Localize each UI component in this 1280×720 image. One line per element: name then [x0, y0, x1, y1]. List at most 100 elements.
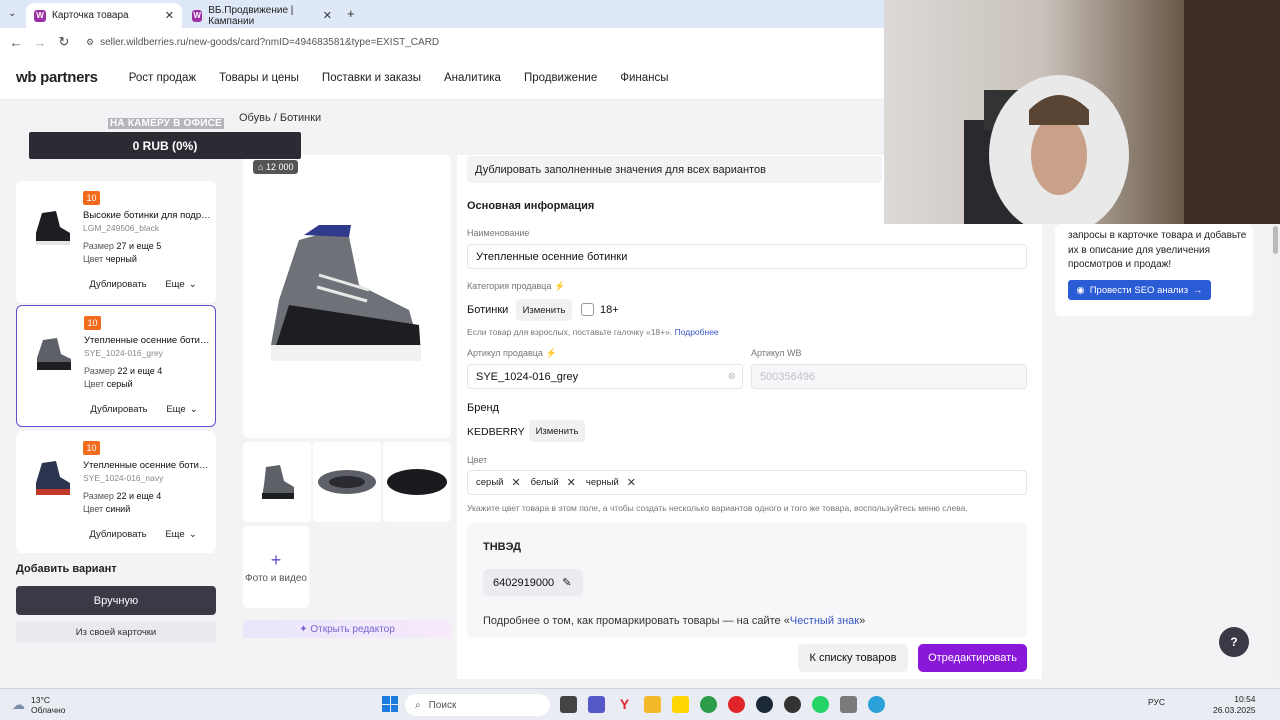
tnved-title: ТНВЭД	[483, 541, 521, 553]
clear-icon[interactable]: ⊗	[728, 371, 736, 382]
nav-goods[interactable]: Товары и цены	[219, 72, 299, 84]
folder-icon[interactable]	[644, 696, 661, 713]
remove-chip-icon[interactable]: ✕	[627, 476, 636, 489]
main-product-image[interactable]	[259, 215, 434, 375]
pencil-icon[interactable]: ✎	[562, 576, 571, 589]
weather-widget[interactable]: ☁ 13°C Облачно	[12, 695, 65, 715]
nav-growth[interactable]: Рост продаж	[129, 72, 196, 84]
search-icon: ⌕	[415, 699, 421, 711]
forward-icon[interactable]: →	[28, 35, 52, 50]
whatsapp-icon[interactable]	[812, 696, 829, 713]
wb-partners-logo[interactable]: wb partners	[16, 69, 98, 86]
taskbar-search[interactable]: ⌕ Поиск	[405, 694, 550, 716]
variant-card-selected[interactable]: 10 Утепленные осенние ботинки SYE_1024-0…	[16, 305, 216, 427]
scrollbar-thumb[interactable]	[1273, 226, 1278, 254]
site-info-icon[interactable]: ⚙	[86, 37, 94, 48]
add-photo-button[interactable]: + Фото и видео	[243, 526, 309, 608]
add-from-card-button[interactable]: Из своей карточки	[16, 621, 216, 643]
color-chips-input[interactable]: серый ✕ белый ✕ черный ✕	[467, 470, 1027, 495]
nav-finance[interactable]: Финансы	[620, 72, 668, 84]
tnved-code[interactable]: 6402919000 ✎	[483, 569, 584, 596]
teams-icon[interactable]	[588, 696, 605, 713]
tab-product-card[interactable]: W Карточка товара ✕	[26, 3, 182, 28]
windows-start-icon[interactable]	[382, 696, 398, 712]
clock[interactable]: 10:54 26.03.2025	[1213, 694, 1256, 716]
app-icon[interactable]	[672, 696, 689, 713]
variant-sku: SYE_1024-016_navy	[83, 473, 164, 483]
tab-list-chevron-icon[interactable]: ⌄	[8, 8, 16, 19]
help-button[interactable]: ?	[1219, 627, 1249, 657]
open-editor-button[interactable]: ✦ Открыть редактор	[243, 620, 451, 638]
breadcrumb[interactable]: Обувь / Ботинки	[239, 112, 321, 124]
app-icon[interactable]	[560, 696, 577, 713]
vertical-scrollbar[interactable]	[1271, 224, 1280, 679]
browser-tabbar: ⌄ W Карточка товара ✕ W ВБ.Продвижение |…	[0, 0, 884, 28]
wb-favicon-icon: W	[34, 9, 46, 22]
more-menu-button[interactable]: Еще ⌄	[158, 273, 204, 295]
yandex-icon[interactable]: Y	[616, 696, 633, 713]
remove-chip-icon[interactable]: ✕	[511, 476, 520, 489]
edit-button[interactable]: Отредактировать	[918, 644, 1027, 672]
webcam-overlay	[884, 0, 1280, 224]
back-to-list-button[interactable]: К списку товаров	[798, 644, 908, 672]
seo-analysis-button[interactable]: ◉ Провести SEO анализ →	[1068, 280, 1211, 300]
steam-icon[interactable]	[756, 696, 773, 713]
tab-campaigns[interactable]: W ВБ.Продвижение | Кампании ✕	[184, 3, 340, 28]
chevron-down-icon: ⌄	[188, 278, 197, 290]
variant-card[interactable]: 10 Утепленные осенние ботинки SYE_1024-0…	[16, 431, 216, 553]
url-field[interactable]: ⚙ seller.wildberries.ru/new-goods/card?n…	[86, 37, 439, 48]
more-menu-button[interactable]: Еще ⌄	[158, 523, 204, 545]
add-manual-button[interactable]: Вручную	[16, 586, 216, 615]
windows-taskbar: ☁ 13°C Облачно ⌕ Поиск Y РУС 10:54 26.03.20…	[0, 688, 1280, 720]
nav-analytics[interactable]: Аналитика	[444, 72, 501, 84]
price-tag: ⌂ 12 000	[253, 160, 299, 174]
variants-sidebar: НА КАМЕРУ В ОФИСЕ 10 Высокие ботинки для…	[0, 101, 227, 679]
promo-badge: 10	[84, 316, 101, 330]
wb-sku-label: Артикул WB	[751, 348, 802, 358]
new-tab-icon[interactable]: +	[347, 6, 355, 21]
brand-label: Бренд	[467, 402, 499, 414]
close-icon[interactable]: ✕	[323, 9, 332, 22]
product-thumbnail	[318, 470, 376, 494]
duplicate-button[interactable]: Дублировать	[87, 523, 149, 545]
chevron-down-icon: ⌄	[189, 403, 198, 415]
sparkle-icon: ⚡	[545, 348, 557, 358]
duplicate-button[interactable]: Дублировать	[87, 273, 149, 295]
photo-thumbnail[interactable]	[313, 442, 381, 522]
close-icon[interactable]: ✕	[165, 9, 174, 22]
variant-card[interactable]: 10 Высокие ботинки для подро... LGM_2495…	[16, 181, 216, 303]
chrome-icon[interactable]	[700, 696, 717, 713]
honest-mark-link[interactable]: Честный знак	[790, 615, 859, 627]
more-link[interactable]: Подробнее	[675, 327, 719, 337]
duplicate-all-bar[interactable]: Дублировать заполненные значения для все…	[467, 156, 882, 183]
address-bar: ← → ↻ ⚙ seller.wildberries.ru/new-goods/…	[0, 28, 884, 56]
balance-overlay: 0 RUB (0%)	[29, 132, 301, 159]
change-brand-button[interactable]: Изменить	[529, 420, 585, 442]
reload-icon[interactable]: ↻	[52, 34, 76, 50]
name-input[interactable]: Утепленные осенние ботинки	[467, 244, 1027, 269]
photo-thumbnail[interactable]	[243, 442, 311, 522]
tnved-section: ТНВЭД 6402919000 ✎ Подробнее о том, как п…	[467, 523, 1027, 638]
seller-sku-input[interactable]: SYE_1024-016_grey ⊗	[467, 364, 743, 389]
section-title: Основная информация	[467, 200, 595, 212]
photo-thumbnail[interactable]	[383, 442, 451, 522]
back-icon[interactable]: ←	[4, 35, 28, 50]
yandex-browser-icon[interactable]	[728, 696, 745, 713]
nav-promotion[interactable]: Продвижение	[524, 72, 597, 84]
adult-checkbox[interactable]	[581, 303, 594, 316]
change-category-button[interactable]: Изменить	[516, 299, 572, 321]
app-icon[interactable]	[784, 696, 801, 713]
nav-supplies[interactable]: Поставки и заказы	[322, 72, 421, 84]
system-tray-lang[interactable]: РУС	[1148, 697, 1165, 707]
seo-icon: ◉	[1076, 284, 1085, 296]
name-label: Наименование	[467, 228, 530, 238]
duplicate-button[interactable]: Дублировать	[88, 398, 150, 420]
product-thumbnail	[36, 211, 70, 245]
product-thumbnail	[262, 465, 294, 499]
product-thumbnail	[36, 461, 70, 495]
remove-chip-icon[interactable]: ✕	[567, 476, 576, 489]
telegram-icon[interactable]	[868, 696, 885, 713]
more-menu-button[interactable]: Еще ⌄	[159, 398, 205, 420]
variant-color: Цвет синий	[83, 504, 131, 514]
app-icon[interactable]	[840, 696, 857, 713]
